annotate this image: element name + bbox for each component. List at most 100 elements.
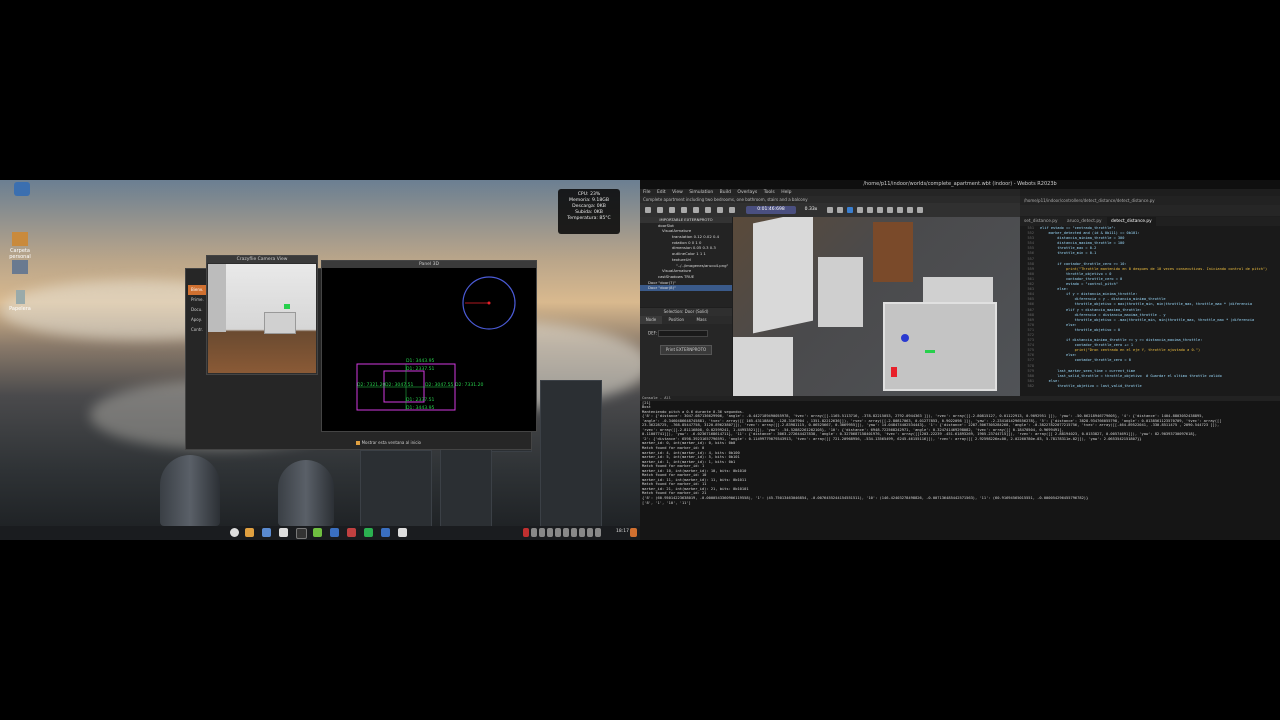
readout-right-1: D2: 3047.55 — [425, 383, 454, 388]
panel-3d-window[interactable]: Panel 3D D1: 3443.95 D1: 2337.51 D2: 732… — [321, 260, 537, 432]
tray-icon[interactable] — [563, 528, 569, 537]
tray-icon[interactable] — [595, 528, 601, 537]
app-icon[interactable] — [279, 528, 288, 537]
code-text: contador_throttle_cero = 0 — [1040, 358, 1131, 363]
toolbar-icon[interactable] — [669, 207, 675, 213]
menu-overlays[interactable]: Overlays — [737, 190, 757, 195]
menu-help[interactable]: Help — [781, 190, 791, 195]
fast-forward-icon[interactable] — [857, 207, 863, 213]
toolbar-icon[interactable] — [693, 207, 699, 213]
menu-view[interactable]: View — [672, 190, 683, 195]
toolbar-icon[interactable] — [907, 207, 913, 213]
menu-simulation[interactable]: Simulation — [689, 190, 713, 195]
toolbar-icon[interactable] — [897, 207, 903, 213]
camera-window-title: Crazyflie Camera View — [207, 256, 317, 263]
editor-icon[interactable] — [313, 528, 322, 537]
tray-icon[interactable] — [571, 528, 577, 537]
step-icon[interactable] — [837, 207, 843, 213]
play-icon[interactable] — [847, 207, 853, 213]
code-editor[interactable]: 551 elif estado == "centrado_throttle": 55… — [1020, 226, 1280, 396]
python-icon — [14, 182, 30, 196]
menu-tools[interactable]: Tools — [764, 190, 775, 195]
code-text: if distancia_minima_throttle >= y >= dis… — [1040, 338, 1203, 343]
code-text: else: — [1040, 378, 1060, 383]
monitor-icon — [12, 260, 28, 274]
tray-icon[interactable] — [547, 528, 553, 537]
sidebar-item-first[interactable]: Prime. — [188, 295, 208, 305]
browser-icon[interactable] — [262, 528, 271, 537]
code-text: diferencia = distancia_maxima_throttle -… — [1040, 312, 1166, 317]
rewind-icon[interactable] — [827, 207, 833, 213]
selection-tabs: Node Position Mass — [640, 316, 732, 324]
window3-icon[interactable] — [398, 528, 407, 537]
toolbar-icon[interactable] — [705, 207, 711, 213]
marker-overlay — [284, 304, 290, 309]
spotify-icon[interactable] — [364, 528, 373, 537]
sidebar-item-contribute[interactable]: Contr. — [188, 325, 208, 335]
screenshot-icon[interactable] — [877, 207, 883, 213]
tab-aruco-detect[interactable]: aruco_detect.py — [1063, 217, 1106, 226]
desktop-icon-trash[interactable]: Papelera — [0, 290, 40, 312]
code-text: distancia_maxima_throttle = 100 — [1040, 241, 1125, 246]
toolbar-icon[interactable] — [887, 207, 893, 213]
selection-panel: Selection: Door (Solid) Node Position Ma… — [640, 308, 732, 396]
terminal-icon[interactable] — [296, 528, 307, 539]
toolbar-icon[interactable] — [645, 207, 651, 213]
building — [440, 440, 492, 528]
sim-speed: 0.33x — [804, 207, 818, 212]
code-text: last_marker_seen_time = current_time — [1040, 368, 1136, 373]
desktop-icon-python[interactable] — [2, 182, 42, 198]
3d-view[interactable] — [733, 217, 1020, 396]
menu-file[interactable]: File — [643, 190, 651, 195]
code-text: if y > distancia_minima_throttle: — [1040, 292, 1138, 297]
files-icon[interactable] — [245, 528, 254, 537]
record-icon[interactable] — [867, 207, 873, 213]
notification-icon[interactable] — [630, 528, 637, 537]
toolbar-icon[interactable] — [717, 207, 723, 213]
print-externproto-button[interactable]: Print EXTERNPROTO — [660, 345, 712, 355]
record-icon[interactable] — [523, 528, 529, 537]
webots-icon[interactable] — [347, 528, 356, 537]
window-icon[interactable] — [330, 528, 339, 537]
window2-icon[interactable] — [381, 528, 390, 537]
readout-bottom-1: D1: 2337.51 — [406, 398, 435, 403]
tray-icon[interactable] — [579, 528, 585, 537]
editor-tabs: set_distance.py aruco_detect.py detect_d… — [1020, 217, 1280, 226]
startup-checkbox[interactable]: Mostrar esta ventana al inicio — [356, 440, 421, 445]
tab-detect-distance[interactable]: detect_distance.py — [1106, 217, 1156, 226]
tab-set-distance[interactable]: set_distance.py — [1020, 217, 1062, 226]
sidebar-item-support[interactable]: Apoy. — [188, 315, 208, 325]
code-text: else: — [1040, 322, 1077, 327]
toolbar-icon[interactable] — [729, 207, 735, 213]
clock[interactable]: 18:17 — [616, 529, 629, 534]
code-text: contador_throttle_cero += 1 — [1040, 343, 1134, 348]
tab-mass[interactable]: Mass — [691, 316, 713, 324]
tray-icon[interactable] — [587, 528, 593, 537]
sidebar-item-docs[interactable]: Docu. — [188, 305, 208, 315]
code-text: distancia_minima_throttle = 300 — [1040, 236, 1125, 241]
tray-icon[interactable] — [555, 528, 561, 537]
sidebar-item-welcome[interactable]: Bienv. — [188, 285, 208, 295]
code-text: elif y < distancia_maxima_throttle: — [1040, 307, 1142, 312]
window-title: /home/p11/indoor/worlds/complete_apartme… — [640, 180, 1280, 189]
building — [278, 460, 334, 526]
blue-marker-icon — [901, 334, 909, 342]
def-input[interactable] — [658, 330, 709, 337]
camera-window[interactable]: Crazyflie Camera View — [206, 255, 318, 375]
red-axis-icon — [891, 367, 897, 377]
tab-node[interactable]: Node — [640, 316, 662, 324]
desktop-icon-home[interactable]: Carpeta personal — [0, 232, 40, 260]
tab-position[interactable]: Position — [663, 316, 689, 324]
desktop-icon-monitor[interactable] — [0, 260, 40, 276]
toolbar-icon[interactable] — [657, 207, 663, 213]
simulation-toolbar: 0:01:46:698 0.33x — [640, 203, 1020, 217]
tray-icon[interactable] — [539, 528, 545, 537]
tray-icon[interactable] — [531, 528, 537, 537]
toolbar-icon[interactable] — [681, 207, 687, 213]
tree-item[interactable]: Door "door(8)" — [640, 285, 732, 291]
menu-build[interactable]: Build — [720, 190, 731, 195]
toolbar-icon[interactable] — [917, 207, 923, 213]
menu-icon[interactable] — [230, 528, 239, 537]
code-text: throttle_min = 0.1 — [1040, 251, 1097, 256]
menu-edit[interactable]: Edit — [657, 190, 666, 195]
